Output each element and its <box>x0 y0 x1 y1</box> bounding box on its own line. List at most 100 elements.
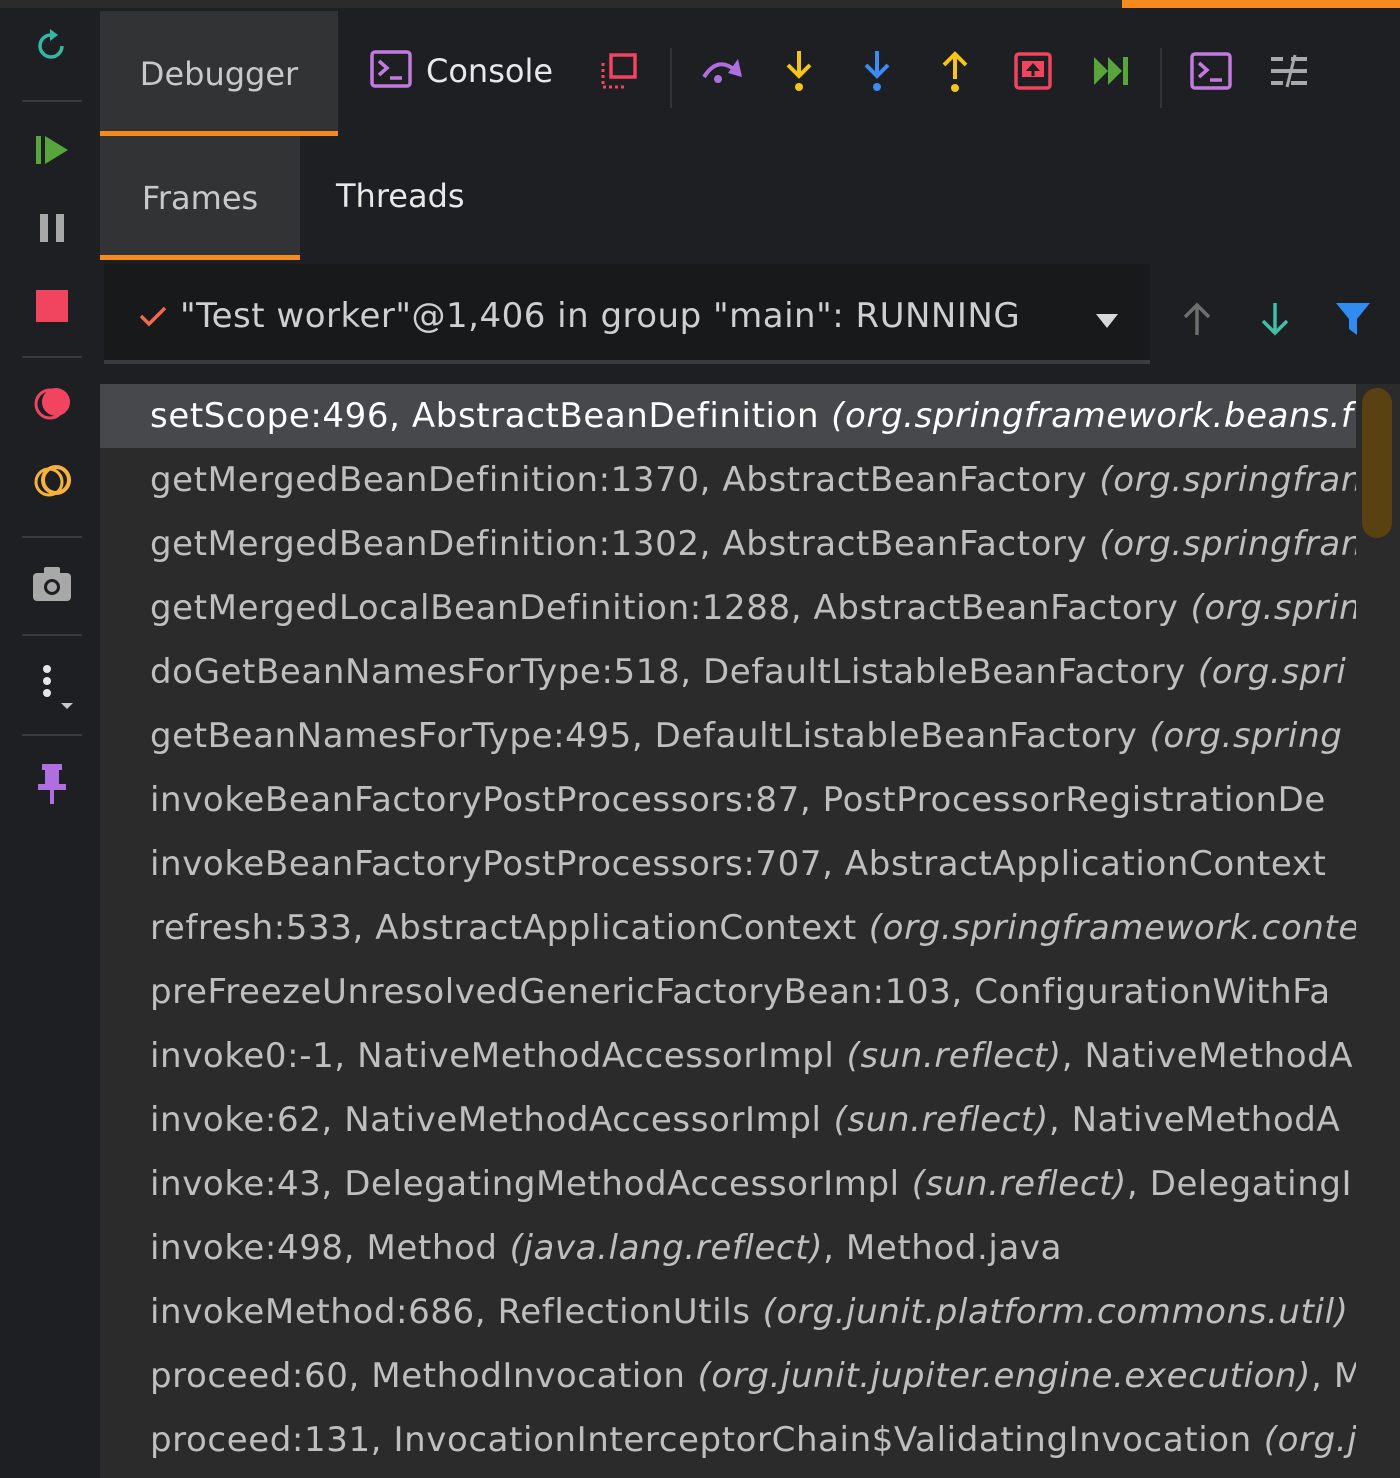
frame-row[interactable]: invoke:498, Method (java.lang.reflect), M… <box>100 1216 1356 1280</box>
step-over-icon[interactable] <box>698 48 744 94</box>
frame-row[interactable]: setScope:496, AbstractBeanDefinition (org… <box>100 384 1356 448</box>
restore-layout-icon[interactable] <box>596 48 642 94</box>
frame-row[interactable]: proceed:131, InvocationInterceptorChain$… <box>100 1408 1356 1472</box>
pin-icon[interactable] <box>22 754 82 814</box>
frame-row[interactable]: doGetBeanNamesForType:518, DefaultListab… <box>100 640 1356 704</box>
force-step-into-icon[interactable] <box>854 48 900 94</box>
frame-method: proceed:60, MethodInvocation <box>150 1356 686 1396</box>
stop-icon[interactable] <box>22 276 82 336</box>
left-toolbar <box>0 8 100 1478</box>
frame-row[interactable]: getMergedLocalBeanDefinition:1288, Abstr… <box>100 576 1356 640</box>
frame-method: invokeBeanFactoryPostProcessors:87, Post… <box>150 780 1326 820</box>
tab-debugger[interactable]: Debugger <box>100 11 338 136</box>
debug-tabs-row: Debugger Console <box>100 8 1400 136</box>
frame-row[interactable]: invoke:62, NativeMethodAccessorImpl (sun.… <box>100 1088 1356 1152</box>
frame-package: (org.springfran <box>1099 524 1356 564</box>
frame-row[interactable]: getMergedBeanDefinition:1302, AbstractBe… <box>100 512 1356 576</box>
tab-console[interactable]: Console <box>370 46 553 96</box>
run-to-cursor-icon[interactable] <box>1088 48 1134 94</box>
frame-file: , NativeMethodA <box>1048 1100 1341 1140</box>
frame-file: , M <box>1311 1356 1356 1396</box>
console-icon <box>370 50 412 92</box>
frame-row[interactable]: refresh:533, AbstractApplicationContext (… <box>100 896 1356 960</box>
scrollbar-track[interactable] <box>1356 384 1400 1478</box>
frames-list: setScope:496, AbstractBeanDefinition (org… <box>100 384 1356 1478</box>
tab-frames[interactable]: Frames <box>100 136 300 260</box>
tab-threads-label: Threads <box>336 177 465 215</box>
thread-selector-row: "Test worker"@1,406 in group "main": RUN… <box>100 260 1400 378</box>
frame-row[interactable]: invokeBeanFactoryPostProcessors:87, Post… <box>100 768 1356 832</box>
separator <box>22 734 82 736</box>
view-breakpoints-icon[interactable] <box>22 374 82 434</box>
step-into-icon[interactable] <box>776 48 822 94</box>
tab-frames-label: Frames <box>141 179 259 217</box>
frame-method: getMergedBeanDefinition:1370, AbstractBe… <box>150 460 1088 500</box>
separator <box>670 48 672 108</box>
frame-package: (org.spring <box>1149 716 1343 756</box>
frame-method: doGetBeanNamesForType:518, DefaultListab… <box>150 652 1186 692</box>
thread-dropdown-value: "Test worker"@1,406 in group "main": RUN… <box>180 296 1021 336</box>
frame-method: preFreezeUnresolvedGenericFactoryBean:10… <box>150 972 1331 1012</box>
chevron-down-icon <box>1094 312 1120 334</box>
frame-method: refresh:533, AbstractApplicationContext <box>150 908 857 948</box>
frame-package: (sun.reflect) <box>911 1164 1127 1204</box>
frame-method: invokeMethod:686, ReflectionUtils <box>150 1292 751 1332</box>
frame-package: (org.junit.jupiter.engine.execution) <box>697 1356 1312 1396</box>
separator <box>22 100 82 102</box>
frame-method: getMergedBeanDefinition:1302, AbstractBe… <box>150 524 1088 564</box>
frame-package: (sun.reflect) <box>846 1036 1062 1076</box>
rerun-icon[interactable] <box>22 16 82 76</box>
frame-row[interactable]: getMergedBeanDefinition:1370, AbstractBe… <box>100 448 1356 512</box>
separator <box>22 634 82 636</box>
mute-breakpoints-icon[interactable] <box>22 452 82 512</box>
filter-icon[interactable] <box>1330 296 1376 342</box>
frame-method: invoke:498, Method <box>150 1228 498 1268</box>
trace-icon[interactable] <box>1266 48 1312 94</box>
more-icon[interactable] <box>22 654 82 714</box>
frame-method: proceed:131, InvocationInterceptorChain$… <box>150 1420 1252 1460</box>
drop-frame-icon[interactable] <box>1010 48 1056 94</box>
top-strip <box>0 0 1400 8</box>
frame-package: (sun.reflect) <box>833 1100 1049 1140</box>
frame-method: invokeBeanFactoryPostProcessors:707, Abs… <box>150 844 1327 884</box>
frame-package: (org.spri <box>1197 652 1347 692</box>
frame-package: (org.junit.platform.commons.util) <box>762 1292 1349 1332</box>
frame-method: invoke0:-1, NativeMethodAccessorImpl <box>150 1036 835 1076</box>
frame-row[interactable]: invokeMethod:686, ReflectionUtils (org.ju… <box>100 1280 1356 1344</box>
tab-threads[interactable]: Threads <box>336 136 465 256</box>
separator <box>1160 48 1162 108</box>
pause-icon[interactable] <box>22 198 82 258</box>
frame-row[interactable]: getBeanNamesForType:495, DefaultListable… <box>100 704 1356 768</box>
frame-method: invoke:43, DelegatingMethodAccessorImpl <box>150 1164 900 1204</box>
frame-row[interactable]: invoke:43, DelegatingMethodAccessorImpl (… <box>100 1152 1356 1216</box>
resume-icon[interactable] <box>22 120 82 180</box>
separator <box>22 536 82 538</box>
camera-icon[interactable] <box>22 554 82 614</box>
frame-package: (org.j <box>1263 1420 1356 1460</box>
thread-dropdown[interactable]: "Test worker"@1,406 in group "main": RUN… <box>104 264 1150 364</box>
frame-package: (org.sprin <box>1190 588 1356 628</box>
previous-frame-icon[interactable] <box>1174 296 1220 342</box>
top-accent-bar <box>1122 0 1400 8</box>
frame-package: (org.springframework.beans.f <box>831 396 1354 436</box>
step-out-icon[interactable] <box>932 48 978 94</box>
frame-package: (org.springfran <box>1099 460 1356 500</box>
frame-method: invoke:62, NativeMethodAccessorImpl <box>150 1100 822 1140</box>
frame-method: setScope:496, AbstractBeanDefinition <box>150 396 820 436</box>
check-icon <box>138 304 168 332</box>
frame-package: (org.springframework.conte <box>868 908 1356 948</box>
frame-row[interactable]: preFreezeUnresolvedGenericFactoryBean:10… <box>100 960 1356 1024</box>
frame-file: , Method.java <box>823 1228 1063 1268</box>
frame-file: , NativeMethodA <box>1061 1036 1354 1076</box>
next-frame-icon[interactable] <box>1252 296 1298 342</box>
frames-threads-tabs: Frames Threads <box>100 136 1400 260</box>
evaluate-expression-icon[interactable] <box>1188 48 1234 94</box>
frame-method: getMergedLocalBeanDefinition:1288, Abstr… <box>150 588 1179 628</box>
frame-row[interactable]: invoke0:-1, NativeMethodAccessorImpl (sun… <box>100 1024 1356 1088</box>
frame-package: (java.lang.reflect) <box>509 1228 824 1268</box>
frame-row[interactable]: invokeBeanFactoryPostProcessors:707, Abs… <box>100 832 1356 896</box>
frame-row[interactable]: proceed:60, MethodInvocation (org.junit.j… <box>100 1344 1356 1408</box>
scrollbar-thumb[interactable] <box>1362 388 1392 538</box>
frame-file: , DelegatingI <box>1126 1164 1353 1204</box>
tab-console-label: Console <box>426 52 554 90</box>
